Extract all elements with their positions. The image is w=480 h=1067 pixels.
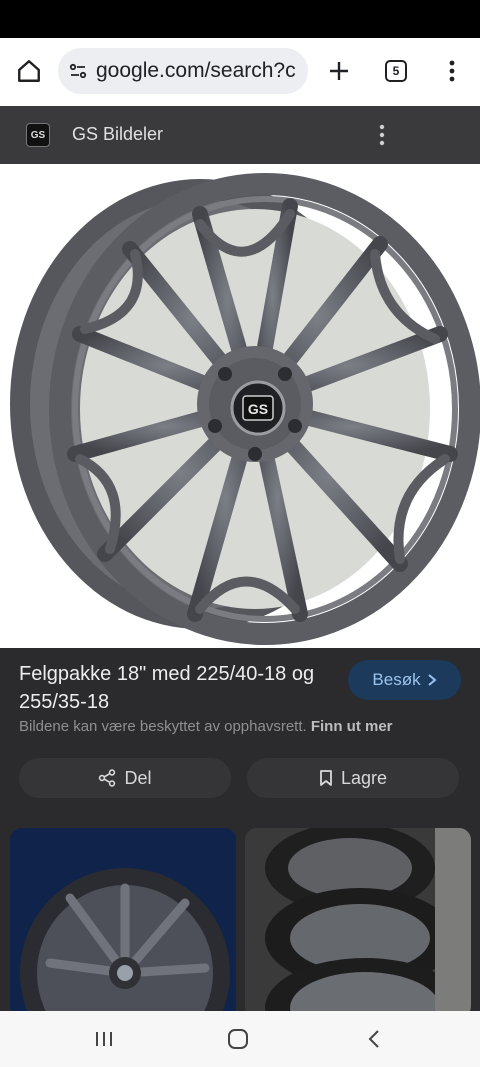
share-button[interactable]: Del xyxy=(19,758,231,798)
tab-switcher-button[interactable]: 5 xyxy=(380,55,412,87)
visit-button[interactable]: Besøk xyxy=(348,660,461,700)
system-nav-bar xyxy=(0,1011,480,1067)
recents-button[interactable] xyxy=(84,1025,124,1053)
plus-icon xyxy=(330,62,348,80)
share-label: Del xyxy=(124,767,152,788)
result-details: Felgpakke 18" med 225/40-18 og 255/35-18… xyxy=(0,648,480,1018)
source-more-button[interactable] xyxy=(370,120,394,150)
bookmark-icon xyxy=(320,770,332,786)
recents-icon xyxy=(96,1032,112,1046)
browser-toolbar: google.com/search?c 5 xyxy=(0,38,480,106)
result-title: Felgpakke 18" med 225/40-18 og 255/35-18 xyxy=(19,663,315,713)
related-image-1[interactable] xyxy=(10,828,236,1018)
tires-thumbnail xyxy=(245,828,471,1018)
home-circle-icon xyxy=(228,1029,248,1049)
tabs-icon: 5 xyxy=(385,60,407,82)
result-image[interactable]: GS xyxy=(0,164,480,648)
share-icon xyxy=(99,769,116,787)
image-source-bar: GS GS Bildeler xyxy=(0,106,480,164)
copyright-notice: Bildene kan være beskyttet av opphavsret… xyxy=(19,718,393,735)
home-nav-button[interactable] xyxy=(218,1025,258,1053)
chevron-right-icon xyxy=(427,674,437,686)
save-label: Lagre xyxy=(340,767,388,788)
wheel-thumbnail xyxy=(10,828,236,1018)
wheel-image: GS xyxy=(10,173,480,645)
home-icon xyxy=(18,60,40,82)
learn-more-link[interactable]: Finn ut mer xyxy=(311,718,393,735)
related-image-2[interactable] xyxy=(245,828,471,1018)
more-vert-icon xyxy=(449,60,455,82)
visit-label: Besøk xyxy=(372,670,421,689)
browser-menu-button[interactable] xyxy=(438,54,466,88)
site-info-icon[interactable] xyxy=(66,59,90,83)
save-button[interactable]: Lagre xyxy=(247,758,459,798)
more-vert-icon xyxy=(379,124,385,146)
source-name[interactable]: GS Bildeler xyxy=(72,124,163,145)
center-cap-logo: GS xyxy=(248,401,268,417)
url-text: google.com/search?c xyxy=(96,59,296,82)
back-icon xyxy=(368,1030,379,1048)
address-bar[interactable]: google.com/search?c xyxy=(58,48,308,94)
source-logo: GS xyxy=(26,123,50,147)
tab-count: 5 xyxy=(392,64,400,78)
status-bar xyxy=(0,0,480,38)
new-tab-button[interactable] xyxy=(322,54,356,88)
home-button[interactable] xyxy=(12,54,46,88)
back-button[interactable] xyxy=(354,1025,394,1053)
